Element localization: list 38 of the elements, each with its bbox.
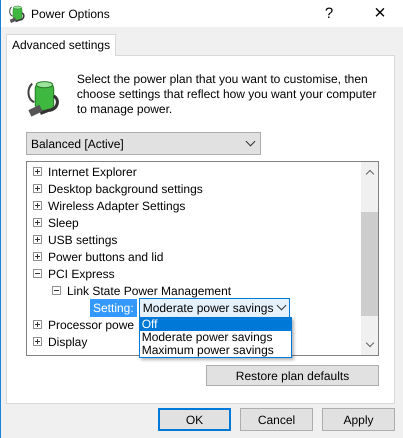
- plus-icon[interactable]: [33, 320, 42, 329]
- window-title: Power Options: [31, 6, 110, 20]
- minus-icon[interactable]: [52, 286, 61, 295]
- tree-item[interactable]: Link State Power Management: [67, 284, 232, 298]
- restore-defaults-button[interactable]: Restore plan defaults: [206, 365, 379, 386]
- setting-label: Setting:: [90, 298, 137, 316]
- dropdown-option[interactable]: Moderate power savings: [140, 330, 291, 344]
- plan-dropdown[interactable]: Balanced [Active]: [26, 132, 261, 155]
- plus-icon[interactable]: [33, 167, 42, 176]
- battery-plug-icon: [26, 79, 61, 117]
- tree-item[interactable]: Wireless Adapter Settings: [48, 198, 186, 212]
- tree-item[interactable]: Sleep: [48, 216, 79, 230]
- tree-item[interactable]: Desktop background settings: [48, 182, 203, 196]
- help-button[interactable]: ?: [306, 0, 352, 27]
- tree-item[interactable]: USB settings: [48, 232, 118, 246]
- plus-icon[interactable]: [33, 235, 42, 244]
- dropdown-option[interactable]: Off: [140, 318, 291, 330]
- minus-icon[interactable]: [33, 269, 42, 278]
- scrollbar[interactable]: [361, 162, 378, 355]
- plus-icon[interactable]: [33, 201, 42, 210]
- plus-icon[interactable]: [33, 218, 42, 227]
- scroll-thumb[interactable]: [361, 212, 378, 316]
- tab[interactable]: Advanced settings: [6, 34, 116, 56]
- dropdown-option[interactable]: Maximum power savings: [140, 344, 291, 356]
- dialog-button[interactable]: Apply: [322, 408, 395, 431]
- plus-icon[interactable]: [33, 184, 42, 193]
- close-button[interactable]: ×: [357, 0, 403, 27]
- tree-item[interactable]: Display: [48, 334, 88, 348]
- tree-item[interactable]: Internet Explorer: [48, 164, 137, 178]
- plus-icon[interactable]: [33, 337, 42, 346]
- dialog-button[interactable]: Cancel: [240, 408, 313, 431]
- battery-plug-icon: [8, 4, 26, 22]
- tree-item[interactable]: Power buttons and lid: [48, 250, 164, 264]
- tree-item[interactable]: Processor powe: [48, 318, 134, 332]
- plus-icon[interactable]: [33, 252, 42, 261]
- tree-item[interactable]: PCI Express: [48, 266, 115, 280]
- dialog-button[interactable]: OK: [158, 408, 231, 431]
- description-text: Select the power plan that you want to customise, then choose settings that reflect how you want your computer to manage power.: [76, 72, 378, 117]
